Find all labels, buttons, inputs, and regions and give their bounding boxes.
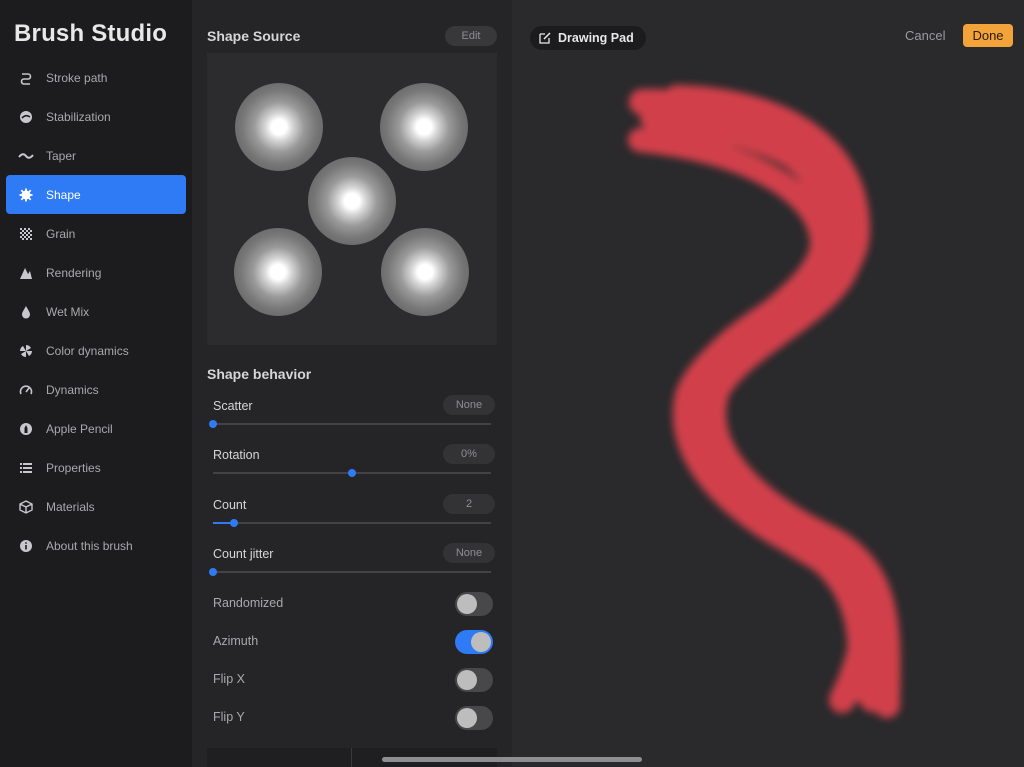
shape-source-preview[interactable] [207, 53, 497, 345]
slider-knob[interactable] [348, 469, 356, 477]
slider-track[interactable] [213, 519, 491, 527]
count-slider[interactable]: Count 2 [213, 494, 497, 538]
flip-x-row: Flip X [213, 668, 497, 694]
shape-behavior-title: Shape behavior [207, 366, 312, 382]
sidebar-item-stroke-path[interactable]: Stroke path [6, 58, 186, 97]
grain-icon [18, 226, 34, 242]
drawing-pad[interactable]: Drawing Pad Cancel Done [512, 0, 1024, 767]
slider-knob[interactable] [209, 568, 217, 576]
sidebar-item-label: Shape [46, 187, 81, 202]
shape-blob [308, 157, 396, 245]
sidebar-item-label: Dynamics [46, 382, 99, 397]
sidebar-item-label: Wet Mix [46, 304, 90, 319]
sidebar-item-shape[interactable]: Shape [6, 175, 186, 214]
sidebar-item-wet-mix[interactable]: Wet Mix [6, 292, 186, 331]
cube-icon [18, 499, 34, 515]
toggle-label: Flip Y [213, 710, 245, 724]
slider-label: Scatter [213, 399, 253, 413]
sidebar-item-label: About this brush [46, 538, 133, 553]
droplet-icon [18, 304, 34, 320]
shape-blob [235, 83, 323, 171]
slider-value[interactable]: 0% [443, 444, 495, 464]
sidebar-nav: Stroke path Stabilization Taper Shape Gr… [6, 58, 186, 565]
sidebar-item-stabilization[interactable]: Stabilization [6, 97, 186, 136]
slider-knob[interactable] [209, 420, 217, 428]
sidebar-item-apple-pencil[interactable]: Apple Pencil [6, 409, 186, 448]
slider-label: Count [213, 498, 247, 512]
settings-panel: Shape Source Edit Shape behavior Scatter… [192, 0, 512, 767]
toggle-label: Randomized [213, 596, 284, 610]
sidebar-item-label: Stabilization [46, 109, 111, 124]
sidebar-item-rendering[interactable]: Rendering [6, 253, 186, 292]
flip-x-toggle[interactable] [455, 668, 493, 692]
randomized-toggle[interactable] [455, 592, 493, 616]
shape-blob [234, 228, 322, 316]
sidebar-item-label: Taper [46, 148, 77, 163]
sidebar-item-materials[interactable]: Materials [6, 487, 186, 526]
toggle-label: Flip X [213, 672, 245, 686]
slider-value[interactable]: 2 [443, 494, 495, 514]
list-icon [18, 460, 34, 476]
info-icon [18, 538, 34, 554]
sidebar: Brush Studio Stroke path Stabilization T… [0, 0, 192, 767]
sidebar-item-label: Stroke path [46, 70, 108, 85]
brush-stroke-sample [628, 85, 901, 718]
azimuth-toggle[interactable] [455, 630, 493, 654]
azimuth-row: Azimuth [213, 630, 497, 656]
shape-icon [18, 187, 34, 203]
flip-y-toggle[interactable] [455, 706, 493, 730]
count-jitter-slider[interactable]: Count jitter None [209, 543, 497, 587]
slider-track[interactable] [209, 420, 491, 428]
slider-label: Rotation [213, 448, 260, 462]
shape-blob [381, 228, 469, 316]
stabilization-icon [18, 109, 34, 125]
slider-label: Count jitter [213, 547, 274, 561]
shape-blob [380, 83, 468, 171]
slider-track[interactable] [213, 469, 491, 477]
slider-knob[interactable] [230, 519, 239, 527]
sidebar-item-about[interactable]: About this brush [6, 526, 186, 565]
sidebar-item-label: Materials [46, 499, 95, 514]
sidebar-item-label: Grain [46, 226, 76, 241]
sidebar-item-label: Properties [46, 460, 101, 475]
slider-value[interactable]: None [443, 543, 495, 563]
edit-button[interactable]: Edit [445, 26, 497, 46]
sidebar-item-label: Apple Pencil [46, 421, 113, 436]
home-indicator[interactable] [382, 757, 642, 762]
rotation-slider[interactable]: Rotation 0% [213, 444, 497, 488]
stroke-path-icon [18, 70, 34, 86]
slider-track[interactable] [209, 568, 491, 576]
sidebar-item-grain[interactable]: Grain [6, 214, 186, 253]
toggle-label: Azimuth [213, 634, 259, 648]
sidebar-item-label: Rendering [46, 265, 102, 280]
randomized-row: Randomized [213, 592, 497, 618]
scatter-slider[interactable]: Scatter None [209, 395, 497, 439]
sidebar-item-label: Color dynamics [46, 343, 129, 358]
gauge-icon [18, 382, 34, 398]
sidebar-item-color-dynamics[interactable]: Color dynamics [6, 331, 186, 370]
sidebar-item-properties[interactable]: Properties [6, 448, 186, 487]
shape-source-title: Shape Source [207, 28, 301, 44]
rendering-icon [18, 265, 34, 281]
sidebar-item-dynamics[interactable]: Dynamics [6, 370, 186, 409]
pencil-icon [18, 421, 34, 437]
color-dynamics-icon [18, 343, 34, 359]
sidebar-item-taper[interactable]: Taper [6, 136, 186, 175]
flip-y-row: Flip Y [213, 706, 497, 732]
taper-icon [18, 148, 34, 164]
slider-value[interactable]: None [443, 395, 495, 415]
app-title: Brush Studio [14, 20, 168, 47]
